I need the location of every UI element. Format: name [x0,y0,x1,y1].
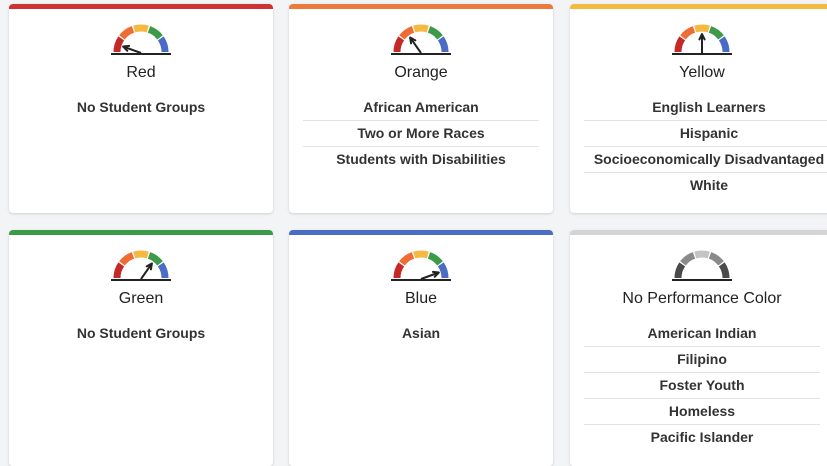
list-item: African American [303,95,539,121]
gauge-segment [399,252,415,266]
card-green: Green No Student Groups [9,230,273,466]
accent-bar [289,4,553,9]
card-yellow: Yellow English Learners Hispanic Socioec… [570,4,827,213]
gauge-segment [413,24,429,33]
list-item: White [689,177,729,193]
gauge-segment [119,26,135,40]
performance-gauge-icon [391,250,451,281]
student-group-list: English Learners Hispanic Socioeconomica… [584,95,827,198]
gauge-segment [147,26,163,40]
performance-gauge-icon [672,250,732,281]
gauge-segment [113,36,125,53]
gauge-segment [718,36,730,53]
card-title: Yellow [679,64,725,81]
performance-gauge-icon [672,24,732,55]
gauge-segment [157,36,169,53]
accent-bar [289,230,553,235]
empty-message: No Student Groups [76,99,206,115]
card-red: Red No Student Groups [9,4,273,213]
list-item: Two or More Races [303,121,539,147]
gauge-segment [399,26,415,40]
gauge-segment [694,24,710,33]
gauge-segment [113,262,125,279]
accent-bar [570,230,827,235]
gauge-segment [674,262,686,279]
gauge-segment [427,252,443,266]
accent-bar [9,230,273,235]
list-item: Hispanic [584,121,827,147]
accent-bar [570,4,827,9]
gauge-segment [680,26,696,40]
card-title: No Performance Color [622,290,782,307]
accent-bar [9,4,273,9]
performance-gauge-icon [111,250,171,281]
gauge-segment [413,250,429,259]
gauge-segment [133,24,149,33]
gauge-segment [694,250,710,259]
gauge-segment [674,36,686,53]
list-item: Filipino [584,347,820,373]
list-item: English Learners [584,95,827,121]
gauge-segment [393,36,405,53]
gauge-segment [708,26,724,40]
list-item: American Indian [584,321,820,347]
gauge-segment [708,252,724,266]
card-title: Red [126,64,156,81]
gauge-segment [119,252,135,266]
card-orange: Orange African American Two or More Race… [289,4,553,213]
card-no-performance-color: No Performance Color American Indian Fil… [570,230,827,466]
gauge-segment [437,36,449,53]
gauge-segment [133,250,149,259]
student-group-list: African American Two or More Races Stude… [303,95,539,172]
card-title: Blue [404,290,438,307]
card-title: Orange [394,64,448,81]
list-item: Asian [401,325,441,341]
gauge-segment [437,262,449,279]
card-title: Green [118,290,164,307]
gauge-segment [680,252,696,266]
gauge-segment [427,26,443,40]
gauge-segment [718,262,730,279]
gauge-segment [147,252,163,266]
student-group-list: American Indian Filipino Foster Youth Ho… [584,321,820,450]
list-item: Pacific Islander [650,429,754,445]
gauge-segment [157,262,169,279]
list-item: Socioeconomically Disadvantaged [584,147,827,173]
card-blue: Blue Asian [289,230,553,466]
gauge-segment [393,262,405,279]
list-item: Foster Youth [584,373,820,399]
list-item: Students with Disabilities [336,151,506,167]
performance-gauge-icon [111,24,171,55]
empty-message: No Student Groups [76,325,206,341]
performance-gauge-icon [391,24,451,55]
student-group-list: Asian [303,321,539,346]
list-item: Homeless [584,399,820,425]
